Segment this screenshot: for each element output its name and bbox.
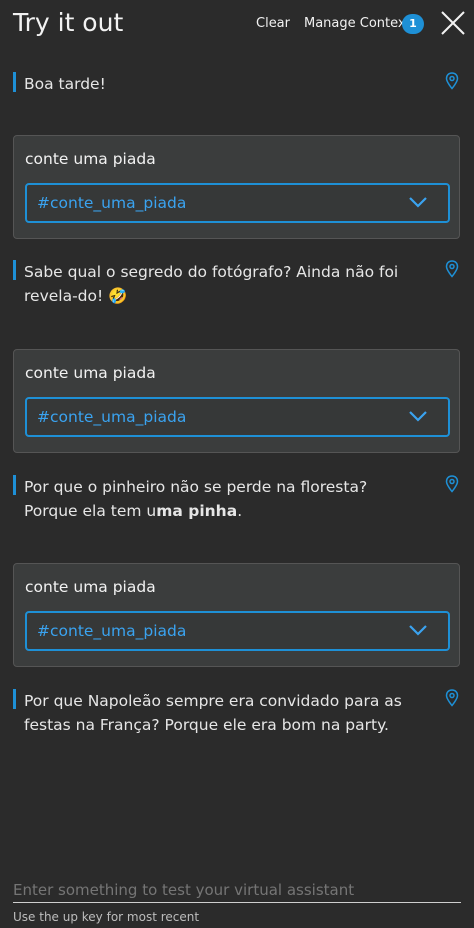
bot-message-text-part: . [237, 502, 243, 520]
message-accent-bar [13, 689, 16, 709]
intent-select[interactable]: #conte_uma_piada [25, 183, 450, 223]
intent-value: #conte_uma_piada [37, 408, 187, 426]
page-title: Try it out [13, 8, 124, 37]
clear-button[interactable]: Clear [256, 16, 290, 31]
user-message-text: conte uma piada [25, 578, 156, 596]
intent-value: #conte_uma_piada [37, 194, 187, 212]
intent-select[interactable]: #conte_uma_piada [25, 611, 450, 651]
bot-message-text: Sabe qual o segredo do fotógrafo? Ainda … [24, 263, 399, 305]
location-pin-icon[interactable] [445, 260, 459, 278]
message-accent-bar [13, 260, 16, 280]
input-hint: Use the up key for most recent [13, 910, 200, 924]
message-accent-bar [13, 475, 16, 495]
bot-message-text: Boa tarde! [24, 75, 106, 93]
user-message-card: conte uma piada #conte_uma_piada [13, 563, 460, 667]
input-area: Use the up key for most recent [13, 878, 461, 924]
intent-select[interactable]: #conte_uma_piada [25, 397, 450, 437]
close-icon[interactable] [440, 10, 466, 36]
location-pin-icon[interactable] [445, 475, 459, 493]
manage-context-button[interactable]: Manage Context [304, 16, 411, 31]
user-message-text: conte uma piada [25, 364, 156, 382]
user-message-text: conte uma piada [25, 150, 156, 168]
bot-message-text: Por que o pinheiro não se perde na flore… [24, 475, 424, 523]
bot-message-text: Por que Napoleão sempre era convidado pa… [24, 692, 402, 734]
user-message-card: conte uma piada #conte_uma_piada [13, 349, 460, 453]
user-message-card: conte uma piada #conte_uma_piada [13, 135, 460, 239]
location-pin-icon[interactable] [445, 72, 459, 90]
location-pin-icon[interactable] [445, 689, 459, 707]
chevron-down-icon [409, 411, 427, 422]
context-count-badge: 1 [402, 14, 424, 34]
chevron-down-icon [409, 625, 427, 636]
header: Try it out Clear Manage Context 1 [0, 0, 474, 50]
message-input[interactable] [13, 878, 461, 903]
bot-message-bold-text: ma pinha [156, 502, 238, 520]
intent-value: #conte_uma_piada [37, 622, 187, 640]
message-accent-bar [13, 72, 16, 92]
chevron-down-icon [409, 197, 427, 208]
